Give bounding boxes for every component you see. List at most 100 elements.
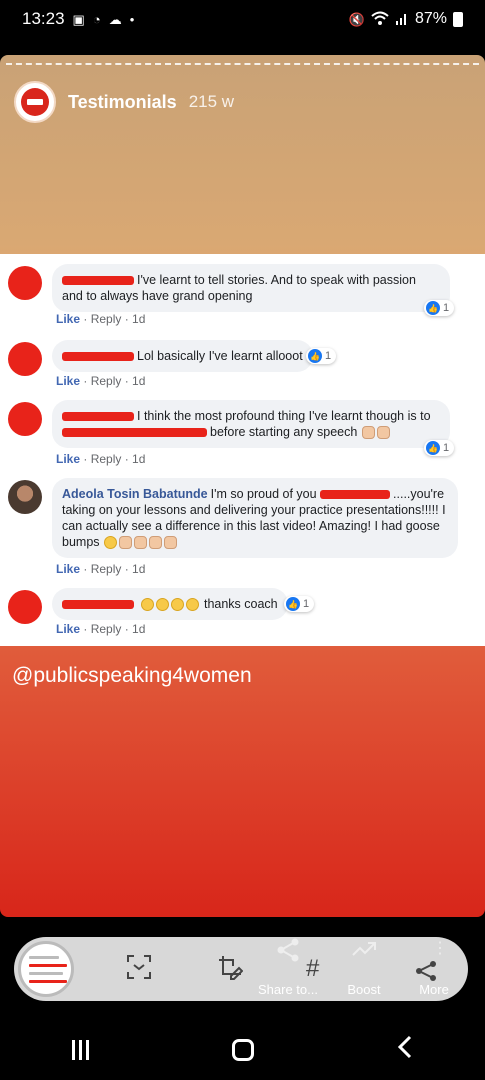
comment-text-a: I'm so proud of you [210, 487, 317, 501]
share-icon [275, 937, 301, 968]
commenter-avatar [8, 480, 42, 514]
wifi-icon [371, 11, 389, 27]
reply-link[interactable]: Reply [91, 374, 122, 388]
share-button[interactable]: # Share to... [258, 937, 320, 1001]
story-age: 215 w [188, 92, 235, 111]
comment-bubble: thanks coach [52, 588, 288, 620]
comment-item: I've learnt to tell stories. And to spea… [8, 262, 457, 328]
commenter-avatar [8, 342, 42, 376]
screenshot-thumbnail[interactable] [18, 941, 74, 997]
mute-icon: 🔇 [348, 11, 365, 27]
grin-emoji-icon [156, 598, 170, 612]
comment-item: Lol basically I've learnt allooot 👍 1 Lik… [8, 338, 457, 394]
story-handle-text: @publicspeaking4women [12, 664, 252, 687]
home-button[interactable] [231, 1039, 254, 1061]
battery-icon [453, 11, 463, 27]
comment-text: thanks coach [203, 597, 278, 611]
reaction-count[interactable]: 👍 1 [306, 348, 337, 364]
redacted-name [62, 412, 134, 422]
like-link[interactable]: Like [56, 452, 80, 466]
like-link[interactable]: Like [56, 562, 80, 576]
comments-panel: I've learnt to tell stories. And to spea… [0, 254, 485, 646]
muscle-emoji-icon [149, 536, 163, 550]
more-vertical-icon: ⋮ [432, 940, 448, 957]
reply-link[interactable]: Reply [91, 312, 122, 326]
grin-emoji-icon [186, 598, 200, 612]
comment-text: Lol basically I've learnt allooot [137, 349, 303, 363]
comment-item: I think the most profound thing I've lea… [8, 398, 457, 468]
muscle-emoji-icon [164, 536, 178, 550]
hashtag-icon: # [306, 955, 320, 982]
reply-link[interactable]: Reply [91, 452, 122, 466]
redacted-name [62, 600, 134, 610]
clap-emoji-icon [119, 536, 133, 550]
sync-icon: ◔ [92, 11, 101, 27]
commenter-name[interactable]: Adeola Tosin Babatunde [62, 487, 208, 501]
redacted-name [320, 490, 391, 500]
redacted-name [62, 352, 134, 362]
redacted-name [62, 276, 134, 286]
story-header[interactable]: Testimonials 215 w [14, 81, 234, 123]
comment-time: 1d [132, 374, 146, 388]
battery-percent: 87% [414, 10, 447, 27]
like-link[interactable]: Like [56, 374, 80, 388]
system-nav-bar [0, 1020, 485, 1080]
comment-actions: Like · Reply · 1d [56, 452, 146, 466]
recents-button[interactable] [71, 1040, 89, 1060]
scan-button[interactable] [109, 937, 169, 1001]
like-link[interactable]: Like [56, 622, 80, 636]
story-toolbar: # Share to... Boost ⋮ More [14, 937, 468, 1001]
share-label: Share to... [258, 982, 318, 997]
comment-time: 1d [132, 452, 146, 466]
signal-icon [395, 11, 409, 27]
comment-bubble: I've learnt to tell stories. And to spea… [52, 264, 450, 312]
status-time: 13:23 [22, 9, 65, 28]
reaction-count[interactable]: 👍 1 [284, 596, 315, 612]
boost-button[interactable]: Boost [334, 937, 394, 1001]
comment-actions: Like · Reply · 1d [56, 312, 146, 326]
reaction-count[interactable]: 👍 1 [424, 300, 455, 316]
dot-icon: • [129, 11, 135, 27]
boost-label: Boost [347, 982, 381, 997]
reply-link[interactable]: Reply [91, 622, 122, 636]
scan-icon [126, 954, 152, 985]
commenter-avatar [8, 266, 42, 300]
comment-time: 1d [132, 622, 146, 636]
comment-text-a: I think the most profound thing I've lea… [137, 409, 431, 423]
story-progress-bar [6, 63, 479, 65]
crop-edit-button[interactable] [200, 937, 260, 1001]
thumbs-up-icon: 👍 [286, 597, 300, 611]
status-bar: 13:23 ▣ ◔ ☁ • 🔇 87% [0, 0, 485, 38]
more-button[interactable]: ⋮ More [404, 937, 464, 1001]
comment-time: 1d [132, 562, 146, 576]
thumbs-up-icon: 👍 [426, 301, 440, 315]
clap-emoji-icon [361, 426, 375, 440]
clap-emoji-icon [376, 426, 390, 440]
comment-actions: Like · Reply · 1d [56, 562, 146, 576]
back-button[interactable] [397, 1035, 413, 1066]
grin-emoji-icon [141, 598, 155, 612]
commenter-avatar [8, 402, 42, 436]
story-avatar[interactable] [14, 81, 56, 123]
comment-item: thanks coach 👍 1 Like · Reply · 1d [8, 586, 457, 642]
redacted-text [62, 428, 207, 438]
story-account-name[interactable]: Testimonials [68, 92, 177, 113]
thumbs-up-icon: 👍 [426, 441, 440, 455]
crop-edit-icon [217, 954, 244, 985]
comment-item: Adeola Tosin Babatunde I'm so proud of yo… [8, 476, 458, 580]
grin-emoji-icon [171, 598, 185, 612]
reply-link[interactable]: Reply [91, 562, 122, 576]
gallery-icon: ▣ [72, 11, 85, 27]
more-label: More [419, 982, 449, 997]
comment-actions: Like · Reply · 1d [56, 374, 146, 388]
grin-emoji-icon [104, 536, 118, 550]
clap-emoji-icon [134, 536, 148, 550]
comment-bubble: Lol basically I've learnt allooot [52, 340, 313, 372]
comment-bubble: Adeola Tosin Babatunde I'm so proud of yo… [52, 478, 458, 558]
like-link[interactable]: Like [56, 312, 80, 326]
comment-time: 1d [132, 312, 146, 326]
reaction-count[interactable]: 👍 1 [424, 440, 455, 456]
comment-bubble: I think the most profound thing I've lea… [52, 400, 450, 448]
commenter-avatar [8, 590, 42, 624]
cloud-icon: ☁ [108, 11, 122, 27]
